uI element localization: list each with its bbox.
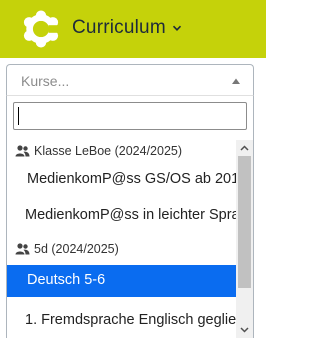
group-label-5d: 5d (2024/2025) [15, 242, 119, 256]
option-label: MedienkomP@ss GS/OS ab 2017 [27, 171, 237, 187]
option-deutsch-5-6[interactable]: Deutsch 5-6 [7, 265, 237, 297]
brand-c-logo-icon[interactable] [22, 10, 60, 48]
group-label-text: 5d (2024/2025) [34, 242, 119, 256]
app-header: Curriculum [0, 0, 266, 58]
scroll-down-arrow-icon [240, 327, 249, 333]
scroll-down-button[interactable] [236, 322, 253, 338]
users-icon [15, 145, 30, 157]
option-fremdsprache-englisch[interactable]: 1. Fremdsprache Englisch gegliedert [7, 305, 237, 337]
course-select[interactable]: Kurse... [6, 64, 254, 96]
group-label-klasse-leboe: Klasse LeBoe (2024/2025) [15, 144, 182, 158]
course-dropdown: Klasse LeBoe (2024/2025) MedienkomP@ss G… [6, 96, 254, 338]
users-icon [15, 243, 30, 255]
scroll-up-arrow-icon [240, 145, 249, 151]
option-medienkompass-gs-os[interactable]: MedienkomP@ss GS/OS ab 2017 [7, 164, 237, 196]
app-title-menu[interactable]: Curriculum [72, 17, 182, 39]
chevron-down-icon [172, 25, 181, 31]
dropdown-scrollbar[interactable] [236, 140, 253, 338]
option-label: Deutsch 5-6 [27, 272, 106, 288]
group-label-text: Klasse LeBoe (2024/2025) [34, 144, 183, 158]
app-title-label: Curriculum [72, 17, 166, 38]
course-options-list: Klasse LeBoe (2024/2025) MedienkomP@ss G… [7, 140, 237, 338]
course-search-input[interactable] [13, 102, 247, 130]
scroll-up-button[interactable] [236, 140, 253, 156]
text-caret [18, 107, 19, 125]
course-select-placeholder: Kurse... [21, 73, 70, 89]
option-label: MedienkomP@ss in leichter Sprache [25, 207, 237, 223]
option-medienkompass-leichte-sprache[interactable]: MedienkomP@ss in leichter Sprache [7, 200, 237, 232]
option-label: 1. Fremdsprache Englisch gegliedert [25, 312, 237, 328]
caret-up-icon [232, 78, 240, 84]
scroll-thumb[interactable] [238, 156, 251, 288]
